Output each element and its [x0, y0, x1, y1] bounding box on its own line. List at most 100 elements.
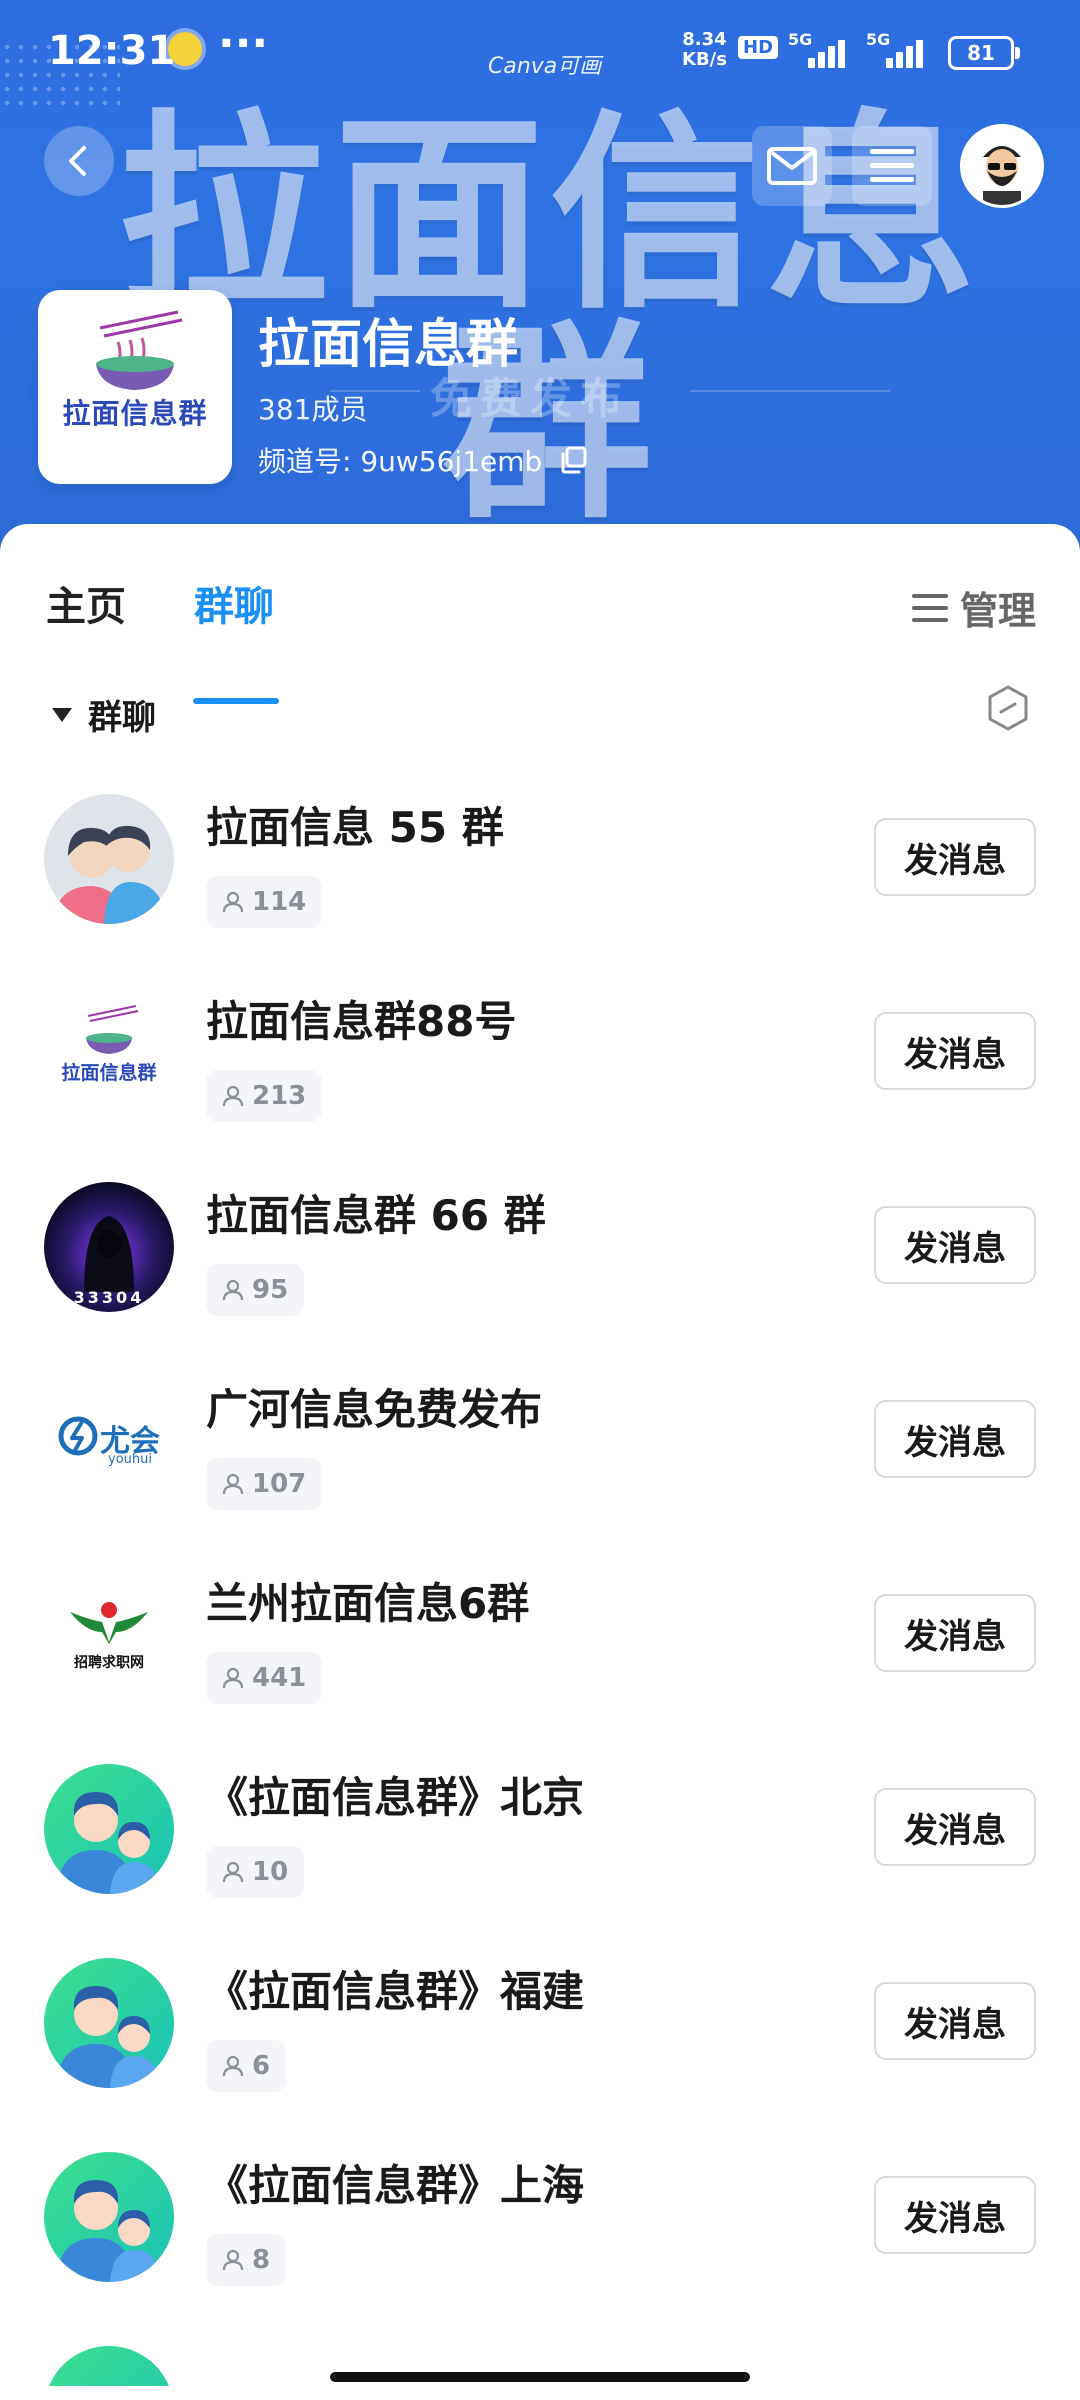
member-count: 6 — [206, 2040, 287, 2092]
member-count-value: 6 — [252, 2051, 271, 2081]
group-title: 广河信息免费发布 — [206, 1385, 543, 1434]
send-message-button[interactable]: 发消息 — [874, 1788, 1036, 1866]
status-time: 12:31 — [48, 28, 176, 74]
list-item[interactable]: 《拉面信息群》北京 10 发消息 — [0, 1764, 1080, 1958]
avatar-text: 33304 — [73, 1288, 145, 1307]
member-count: 107 — [206, 1458, 323, 1510]
bearded-man-avatar-icon — [963, 127, 1041, 205]
list-item[interactable]: 拉面信息群 拉面信息群88号 213 发消息 — [0, 988, 1080, 1182]
group-avatar — [44, 794, 174, 924]
two-men-avatar-icon — [44, 1764, 174, 1894]
signal-icon-1: 5G — [788, 30, 848, 68]
person-icon — [222, 2249, 244, 2271]
manage-button[interactable]: 管理 — [911, 580, 1036, 635]
group-avatar: 尤会 youhui — [44, 1376, 174, 1506]
member-count: 10 — [206, 1846, 305, 1898]
avatar-brand-sub: youhui — [108, 1452, 152, 1467]
member-count-value: 441 — [252, 1663, 307, 1693]
member-count: 114 — [206, 876, 323, 928]
menu-icon — [870, 149, 914, 182]
group-title: 《拉面信息群》福建 — [206, 1967, 585, 2016]
group-avatar: 拉面信息群 — [44, 988, 174, 1118]
group-avatar — [44, 1958, 174, 2088]
noodle-bowl-avatar-icon — [44, 988, 174, 1118]
list-item[interactable]: 拉面信息 55 群 114 发消息 — [0, 794, 1080, 988]
list-icon — [911, 593, 948, 622]
section-title: 群聊 — [88, 698, 156, 738]
member-count-value: 95 — [252, 1275, 289, 1305]
avatar-text: 招聘求职网 — [74, 1655, 144, 1671]
tab-group-chat[interactable]: 群聊 — [194, 574, 274, 632]
back-button[interactable] — [44, 126, 114, 196]
menu-button[interactable] — [852, 126, 932, 206]
network-speed-unit: KB/s — [682, 49, 727, 70]
group-title: 兰州拉面信息6群 — [206, 1579, 530, 1628]
canva-label: Canva可画 — [488, 54, 602, 79]
send-message-button[interactable]: 发消息 — [874, 1012, 1036, 1090]
group-title: 拉面信息 55 群 — [206, 803, 504, 852]
back-arrow-icon — [69, 146, 86, 176]
copy-icon[interactable] — [558, 445, 588, 475]
member-count: 213 — [206, 1070, 323, 1122]
member-count-value: 107 — [252, 1469, 307, 1499]
channel-id: 频道号: 9uw56j1emb — [258, 440, 588, 480]
user-avatar[interactable] — [960, 124, 1044, 208]
job-site-logo-icon — [44, 1570, 174, 1700]
banner-line-right — [690, 390, 890, 392]
channel-id-text: 频道号: 9uw56j1emb — [258, 445, 543, 478]
network-speed: 8.34 KB/s — [682, 30, 727, 70]
channel-name: 拉面信息群 — [258, 315, 519, 375]
content-panel: 主页 群聊 管理 群聊 拉面信息 55 群 114 发消息 拉面信息群 拉面信息… — [0, 524, 1080, 2400]
status-more-icon: ··· — [218, 18, 269, 69]
couple-avatar-icon — [44, 794, 174, 924]
list-item[interactable]: 33304 拉面信息群 66 群 95 发消息 — [0, 1182, 1080, 1376]
send-message-button[interactable]: 发消息 — [874, 1982, 1036, 2060]
member-count: 441 — [206, 1652, 323, 1704]
mail-icon — [767, 147, 817, 185]
person-icon — [222, 1861, 244, 1883]
group-title: 《拉面信息群》上海 — [206, 2161, 585, 2210]
list-item[interactable]: 《拉面信息群》上海 8 发消息 — [0, 2152, 1080, 2346]
list-item[interactable]: 尤会 youhui 广河信息免费发布 107 发消息 — [0, 1376, 1080, 1570]
send-message-button[interactable]: 发消息 — [874, 1594, 1036, 1672]
list-item[interactable]: 招聘求职网 兰州拉面信息6群 441 发消息 — [0, 1570, 1080, 1764]
two-men-avatar-icon — [44, 1958, 174, 2088]
avatar-text: 拉面信息群 — [61, 1062, 157, 1084]
send-message-button[interactable]: 发消息 — [874, 1206, 1036, 1284]
tab-home[interactable]: 主页 — [46, 574, 126, 632]
collapse-triangle-icon — [52, 707, 72, 722]
manage-label: 管理 — [959, 589, 1036, 633]
send-message-button[interactable]: 发消息 — [874, 1400, 1036, 1478]
group-title: 拉面信息群88号 — [206, 997, 517, 1046]
channel-logo: 拉面信息群 — [38, 290, 232, 484]
member-count: 95 — [206, 1264, 305, 1316]
group-avatar: 招聘求职网 — [44, 1570, 174, 1700]
home-indicator[interactable] — [330, 2372, 750, 2382]
signal-2-label: 5G — [866, 30, 891, 49]
active-tab-indicator — [193, 698, 279, 704]
group-avatar — [44, 2346, 174, 2386]
member-count-value: 8 — [252, 2245, 271, 2275]
send-message-button[interactable]: 发消息 — [874, 2176, 1036, 2254]
person-icon — [222, 1473, 244, 1495]
mail-button[interactable] — [752, 126, 832, 206]
list-item[interactable]: 《拉面信息群》福建 6 发消息 — [0, 1958, 1080, 2152]
group-title: 《拉面信息群》北京 — [206, 1773, 585, 1822]
section-toggle-group-chat[interactable]: 群聊 — [52, 690, 156, 739]
member-count-value: 114 — [252, 887, 307, 917]
channel-logo-text: 拉面信息群 — [62, 397, 208, 430]
send-message-button[interactable]: 发消息 — [874, 818, 1036, 896]
group-title: 拉面信息群 66 群 — [206, 1191, 546, 1240]
signal-icon-2: 5G — [866, 30, 926, 68]
member-count-value: 10 — [252, 1857, 289, 1887]
person-icon — [222, 1667, 244, 1689]
battery-icon: 81 — [948, 36, 1020, 70]
member-count: 8 — [206, 2234, 287, 2286]
status-bar: 12:31 ··· Canva可画 8.34 KB/s HD 5G 5G 81 — [0, 0, 1080, 100]
group-avatar — [44, 2152, 174, 2282]
member-count-value: 213 — [252, 1081, 307, 1111]
hd-badge: HD — [738, 36, 779, 59]
signal-1-label: 5G — [788, 30, 813, 49]
person-icon — [222, 891, 244, 913]
hexagon-settings-icon[interactable] — [986, 684, 1030, 732]
